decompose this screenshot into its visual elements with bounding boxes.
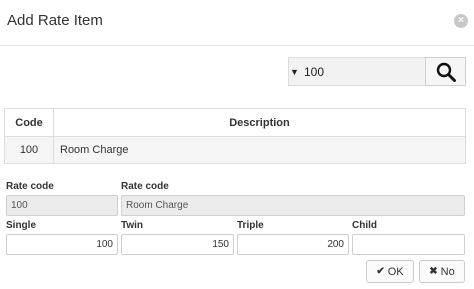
twin-field[interactable] <box>121 234 234 255</box>
search-input[interactable] <box>304 63 422 81</box>
table-row[interactable]: 100 Room Charge <box>4 136 466 164</box>
rate-code-field[interactable] <box>6 195 118 216</box>
triple-field[interactable] <box>237 234 349 255</box>
table-header-row: Code Description <box>4 108 466 137</box>
child-field[interactable] <box>352 234 465 255</box>
rate-code-label: Rate code <box>6 181 54 192</box>
search-icon <box>436 62 456 82</box>
no-button[interactable]: ✖ No <box>419 260 465 283</box>
rate-description-field[interactable] <box>121 195 465 216</box>
check-icon: ✔ <box>376 266 385 277</box>
twin-label: Twin <box>121 220 144 231</box>
cell-code[interactable]: 100 <box>4 136 54 164</box>
no-button-label: No <box>440 265 455 278</box>
x-icon: ✖ <box>429 266 438 277</box>
caret-down-icon[interactable]: ▼ <box>290 67 299 77</box>
child-label: Child <box>352 220 377 231</box>
ok-button-label: OK <box>387 265 404 278</box>
search-button[interactable] <box>425 57 466 86</box>
single-field[interactable] <box>6 234 118 255</box>
column-header-code[interactable]: Code <box>4 108 54 137</box>
triple-label: Triple <box>237 220 264 231</box>
single-label: Single <box>6 220 37 231</box>
ok-button[interactable]: ✔ OK <box>366 260 414 283</box>
rate-items-table: Code Description 100 Room Charge <box>4 108 466 164</box>
search-field[interactable]: ▼ <box>288 57 425 86</box>
add-rate-item-dialog: Add Rate Item × ▼ Code Description 100 R… <box>0 0 474 289</box>
cell-description[interactable]: Room Charge <box>53 136 466 164</box>
search-bar: ▼ <box>288 57 466 86</box>
close-icon[interactable]: × <box>454 14 468 28</box>
rate-description-label: Rate code <box>121 181 169 192</box>
dialog-title: Add Rate Item <box>7 12 103 29</box>
dialog-header: Add Rate Item × <box>0 0 474 46</box>
column-header-description[interactable]: Description <box>53 108 466 137</box>
